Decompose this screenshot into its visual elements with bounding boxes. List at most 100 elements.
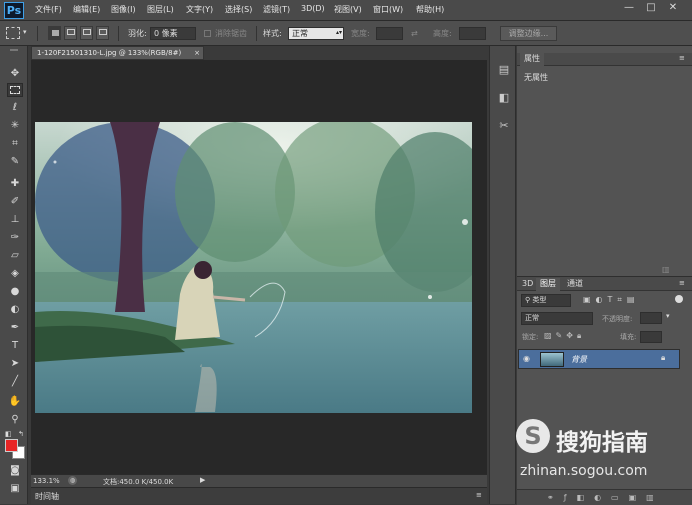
document-image[interactable]	[35, 122, 472, 413]
brush-tool-icon[interactable]: ✐	[7, 195, 23, 209]
menu-help[interactable]: 帮助(H)	[416, 4, 444, 15]
menu-layer[interactable]: 图层(L)	[147, 4, 174, 15]
menu-filter[interactable]: 滤镜(T)	[263, 4, 290, 15]
divider	[118, 26, 119, 41]
clone-stamp-tool-icon[interactable]: ⊥	[7, 213, 23, 227]
fill-label: 填充:	[620, 333, 637, 341]
status-menu-arrow-icon[interactable]: ▶	[200, 476, 205, 484]
tab-3d[interactable]: 3D	[518, 278, 537, 291]
path-selection-tool-icon[interactable]: ➤	[7, 357, 23, 371]
layer-thumbnail	[540, 352, 564, 367]
add-selection-icon[interactable]	[64, 26, 77, 40]
zoom-level[interactable]: 133.1%	[33, 477, 60, 485]
feather-input[interactable]: 0 像素	[150, 27, 196, 40]
tools-panel: ✥ ℓ ✳ ⌗ ✎ ✚ ✐ ⊥ ✑ ▱ ◈ ● ◐ ✒ T ➤ ╱ ✋ ⚲ ◧ …	[0, 46, 28, 504]
panel-grip[interactable]	[10, 49, 18, 51]
layer-filter-select[interactable]: ⚲ 类型	[521, 294, 571, 307]
opacity-input[interactable]	[640, 312, 662, 324]
crop-tool-icon[interactable]: ⌗	[7, 137, 23, 151]
quick-mask-icon[interactable]: ◙	[7, 464, 23, 478]
new-selection-icon[interactable]	[48, 26, 61, 40]
minimize-button[interactable]: —	[619, 1, 639, 15]
dodge-tool-icon[interactable]: ◐	[7, 303, 23, 317]
layer-row[interactable]: ◉ 背景 🔒︎	[518, 349, 680, 369]
panel-menu-icon[interactable]: ≡	[476, 491, 482, 499]
height-input[interactable]	[459, 27, 486, 40]
lasso-tool-icon[interactable]: ℓ	[7, 101, 23, 115]
options-bar: ▾ 羽化: 0 像素 消除锯齿 样式: 正常 ▴▾ 宽度: ⇄ 高度: 调整边缘…	[0, 21, 692, 46]
tab-channels[interactable]: 通道	[563, 278, 587, 291]
type-tool-icon[interactable]: T	[7, 339, 23, 353]
eraser-tool-icon[interactable]: ▱	[7, 249, 23, 263]
tools-preset-icon[interactable]: ✂	[496, 118, 512, 134]
screen-mode-icon[interactable]: ▣	[7, 482, 23, 496]
antialias-label: 消除锯齿	[215, 29, 247, 38]
timeline-panel: 时间轴 ≡	[31, 487, 487, 504]
blur-tool-icon[interactable]: ●	[7, 285, 23, 299]
refine-edge-button[interactable]: 调整边缘...	[500, 26, 557, 41]
rect-marquee-tool-icon[interactable]	[7, 83, 23, 97]
canvas-area[interactable]	[31, 60, 487, 474]
healing-brush-tool-icon[interactable]: ✚	[7, 177, 23, 191]
menu-bar: Ps 文件(F) 编辑(E) 图像(I) 图层(L) 文字(Y) 选择(S) 滤…	[0, 0, 692, 21]
menu-view[interactable]: 视图(V)	[334, 4, 362, 15]
marquee-preset-icon[interactable]	[6, 27, 20, 39]
zoom-tool-icon[interactable]: ⚲	[7, 413, 23, 427]
menu-image[interactable]: 图像(I)	[111, 4, 136, 15]
tab-layers[interactable]: 图层	[536, 278, 560, 291]
move-tool-icon[interactable]: ✥	[7, 67, 23, 81]
select-arrow-icon: ▴▾	[336, 29, 343, 36]
antialias-checkbox[interactable]	[204, 30, 211, 37]
chevron-down-icon[interactable]: ▾	[666, 312, 670, 320]
menu-window[interactable]: 窗口(W)	[373, 4, 403, 15]
line-tool-icon[interactable]: ╱	[7, 375, 23, 389]
menu-type[interactable]: 文字(Y)	[186, 4, 213, 15]
swap-icon[interactable]: ⇄	[411, 27, 418, 40]
history-panel-icon[interactable]: ▤	[496, 62, 512, 78]
properties-panel: 属性 ≡ 无属性 ▥	[517, 46, 692, 276]
menu-3d[interactable]: 3D(D)	[301, 4, 325, 13]
foreground-color-swatch[interactable]	[5, 439, 18, 452]
document-tab[interactable]: 1-120F21501310-L.jpg @ 133%(RGB/8#) ×	[31, 46, 204, 60]
eyedropper-tool-icon[interactable]: ✎	[7, 155, 23, 169]
properties-panel-icon[interactable]: ◧	[496, 90, 512, 106]
layer-name[interactable]: 背景	[571, 354, 587, 365]
visibility-eye-icon[interactable]: ◉	[523, 354, 530, 363]
default-colors-icon[interactable]: ◧	[5, 430, 12, 438]
menu-select[interactable]: 选择(S)	[225, 4, 252, 15]
divider	[256, 26, 257, 41]
menu-edit[interactable]: 编辑(E)	[73, 4, 100, 15]
layer-action-icons[interactable]: ⚭ƒ◧◐▭▣▥	[547, 493, 664, 502]
menu-file[interactable]: 文件(F)	[35, 4, 62, 15]
intersect-selection-icon[interactable]	[96, 26, 109, 40]
width-label: 宽度:	[351, 29, 370, 38]
delete-icon[interactable]: ▥	[662, 265, 670, 274]
width-input[interactable]	[376, 27, 403, 40]
photoshop-logo: Ps	[4, 2, 24, 19]
properties-tab[interactable]: 属性	[520, 53, 544, 66]
lock-icon: 🔒︎	[661, 353, 666, 362]
hand-tool-icon[interactable]: ✋	[7, 395, 23, 409]
swap-colors-icon[interactable]: ↰	[18, 430, 24, 438]
document-title: 1-120F21501310-L.jpg @ 133%(RGB/8#)	[37, 49, 182, 57]
chevron-down-icon[interactable]: ▾	[23, 28, 27, 36]
close-button[interactable]: ✕	[663, 1, 683, 15]
subtract-selection-icon[interactable]	[80, 26, 93, 40]
history-brush-tool-icon[interactable]: ✑	[7, 231, 23, 245]
layer-filter-icons[interactable]: ▣◐T⌗▤	[583, 295, 640, 305]
blend-mode-select[interactable]: 正常	[521, 312, 593, 325]
watermark-url: zhinan.sogou.com	[520, 463, 648, 479]
status-info-icon[interactable]: ◍	[68, 476, 77, 485]
paint-bucket-tool-icon[interactable]: ◈	[7, 267, 23, 281]
filter-toggle-icon[interactable]	[675, 295, 683, 303]
maximize-button[interactable]: □	[641, 1, 661, 15]
lock-icons[interactable]: ▨✎✥🔒︎	[544, 331, 585, 341]
layers-footer: ⚭ƒ◧◐▭▣▥	[517, 489, 692, 505]
magic-wand-tool-icon[interactable]: ✳	[7, 119, 23, 133]
fill-input[interactable]	[640, 331, 662, 343]
timeline-tab[interactable]: 时间轴	[35, 491, 59, 502]
panel-menu-icon[interactable]: ≡	[679, 54, 685, 62]
pen-tool-icon[interactable]: ✒	[7, 321, 23, 335]
panel-menu-icon[interactable]: ≡	[679, 279, 685, 287]
close-tab-icon[interactable]: ×	[194, 47, 200, 59]
